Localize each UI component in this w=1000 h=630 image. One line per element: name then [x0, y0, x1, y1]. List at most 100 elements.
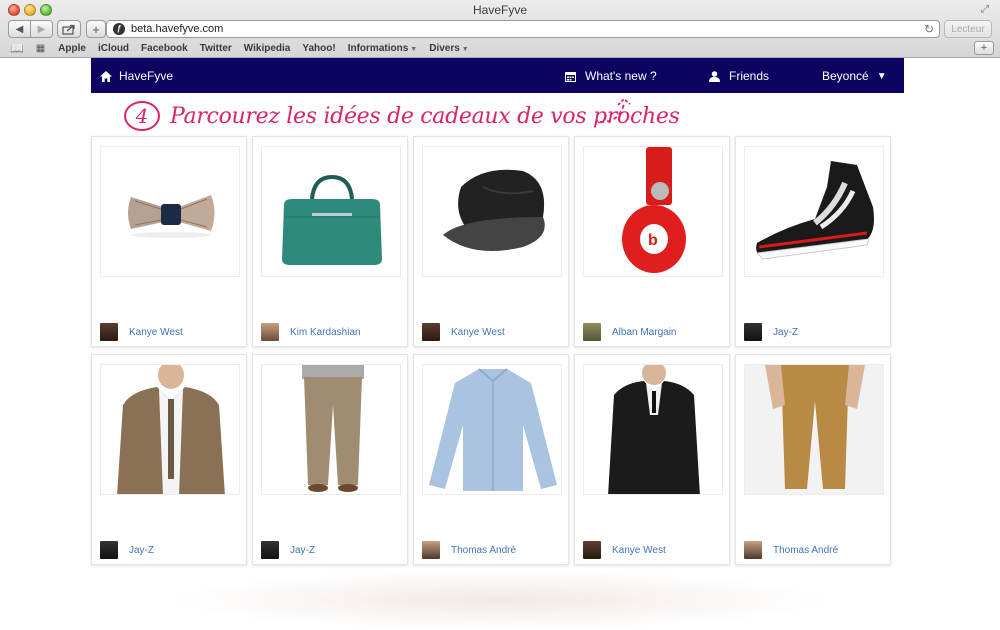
black-cap-image[interactable]: [422, 146, 562, 277]
tan-chinos-image[interactable]: [744, 364, 884, 495]
open-book-icon[interactable]: 📖: [10, 42, 24, 55]
owner-link[interactable]: Thomas André: [744, 541, 838, 559]
window-title: HaveFyve: [472, 3, 528, 17]
new-tab-button[interactable]: +: [86, 20, 106, 38]
gift-card[interactable]: Jay-Z: [735, 136, 891, 347]
nav-user-label: Beyoncé: [822, 69, 869, 83]
avatar: [261, 541, 279, 559]
plus-icon: +: [980, 42, 988, 54]
title-bar: HaveFyve ⤢: [0, 0, 1000, 18]
owner-link[interactable]: Kim Kardashian: [261, 323, 361, 341]
avatar: [422, 323, 440, 341]
forward-arrow-icon: ▶: [37, 23, 46, 35]
owner-link[interactable]: Kanye West: [100, 323, 183, 341]
owner-name: Kanye West: [451, 326, 505, 338]
bookmark-apple[interactable]: Apple: [58, 43, 86, 54]
gift-card[interactable]: Kanye West: [413, 136, 569, 347]
owner-name: Kanye West: [612, 544, 666, 556]
bookmark-folder-informations[interactable]: Informations ▼: [348, 43, 418, 54]
avatar: [100, 541, 118, 559]
reload-icon[interactable]: ↻: [924, 22, 934, 36]
khaki-trousers-image[interactable]: [261, 364, 401, 495]
chevron-down-icon: ▼: [410, 46, 418, 53]
gift-card[interactable]: Kanye West: [91, 136, 247, 347]
sneaker-image[interactable]: [744, 146, 884, 277]
chevron-down-icon: ▼: [461, 46, 469, 53]
red-headphones-image[interactable]: b: [583, 146, 723, 277]
address-bar[interactable]: ƒ beta.havefyve.com ↻: [106, 20, 940, 38]
owner-name: Thomas André: [773, 544, 839, 556]
avatar: [744, 541, 762, 559]
fullscreen-icon[interactable]: ⤢: [981, 4, 992, 15]
bow-tie-image[interactable]: [100, 146, 240, 277]
nav-friends-link[interactable]: Friends: [709, 69, 769, 83]
home-icon: [100, 70, 112, 82]
caret-down-icon: ▼: [876, 70, 887, 82]
owner-link[interactable]: Jay-Z: [744, 323, 798, 341]
owner-link[interactable]: Kanye West: [422, 323, 505, 341]
bookmark-facebook[interactable]: Facebook: [141, 43, 188, 54]
nav-home-link[interactable]: HaveFyve: [100, 69, 173, 83]
gift-card[interactable]: Kim Kardashian: [252, 136, 408, 347]
gift-card[interactable]: Thomas André: [735, 354, 891, 565]
owner-link[interactable]: Thomas André: [422, 541, 516, 559]
owner-name: Thomas André: [451, 544, 517, 556]
favicon-icon: ƒ: [113, 23, 125, 35]
owner-name: Kanye West: [129, 326, 183, 338]
black-coat-image[interactable]: [583, 364, 723, 495]
owner-name: Kim Kardashian: [290, 326, 361, 338]
page-headline: 4 Parcourez les idées de cadeaux de vos …: [124, 98, 680, 134]
owner-link[interactable]: Jay-Z: [100, 541, 154, 559]
reader-button[interactable]: Lecteur: [944, 20, 992, 38]
avatar: [744, 323, 762, 341]
share-button[interactable]: [57, 20, 81, 38]
owner-link[interactable]: Jay-Z: [261, 541, 315, 559]
gift-card[interactable]: Thomas André: [413, 354, 569, 565]
back-button[interactable]: ◀: [8, 20, 31, 38]
bookmark-icloud[interactable]: iCloud: [98, 43, 129, 54]
owner-name: Alban Margain: [612, 326, 677, 338]
green-bag-image[interactable]: [261, 146, 401, 277]
nav-whats-new-link[interactable]: What's new ?: [565, 69, 657, 83]
bookmark-twitter[interactable]: Twitter: [200, 43, 232, 54]
svg-text:b: b: [648, 232, 658, 249]
forward-button[interactable]: ▶: [30, 20, 53, 38]
add-bookmark-button[interactable]: +: [974, 41, 994, 55]
share-icon: [62, 24, 75, 35]
site-navbar: HaveFyve What's new ? Friends Beyoncé ▼: [91, 58, 904, 93]
bookmark-wikipedia[interactable]: Wikipedia: [244, 43, 291, 54]
calendar-icon: [565, 71, 576, 82]
owner-name: Jay-Z: [290, 544, 315, 556]
gift-card[interactable]: Jay-Z: [91, 354, 247, 565]
gift-card[interactable]: Kanye West: [574, 354, 730, 565]
browser-toolbar: ◀ ▶ + ƒ beta.havefyve.com ↻ Lecteur: [0, 19, 1000, 39]
bookmark-folder-label: Informations: [347, 43, 409, 54]
footer-glow: [170, 570, 830, 630]
url-text[interactable]: beta.havefyve.com: [131, 23, 223, 35]
nav-user-menu[interactable]: Beyoncé ▼: [822, 69, 887, 83]
nav-home-label: HaveFyve: [119, 69, 174, 83]
top-sites-grid-icon[interactable]: ▦: [36, 43, 46, 54]
owner-link[interactable]: Kanye West: [583, 541, 666, 559]
avatar: [583, 541, 601, 559]
gift-card[interactable]: b Alban Margain: [574, 136, 730, 347]
denim-shirt-image[interactable]: [422, 364, 562, 495]
avatar: [100, 323, 118, 341]
bookmark-folder-label: Divers: [429, 43, 460, 54]
avatar: [261, 323, 279, 341]
gift-card[interactable]: Jay-Z: [252, 354, 408, 565]
step-number: 4: [124, 101, 160, 131]
user-icon: [709, 70, 720, 82]
nav-friends-label: Friends: [729, 69, 770, 83]
bookmark-yahoo[interactable]: Yahoo!: [302, 43, 335, 54]
avatar: [422, 541, 440, 559]
plus-icon: +: [92, 21, 100, 37]
owner-name: Jay-Z: [129, 544, 154, 556]
brown-suit-image[interactable]: [100, 364, 240, 495]
bookmark-folder-divers[interactable]: Divers ▼: [429, 43, 469, 54]
owner-name: Jay-Z: [773, 326, 798, 338]
browser-chrome: HaveFyve ⤢ ◀ ▶ + ƒ beta.havefyve.com ↻ L…: [0, 0, 1000, 58]
nav-whats-new-label: What's new ?: [585, 69, 657, 83]
bookmarks-bar: 📖 ▦ Apple iCloud Facebook Twitter Wikipe…: [0, 40, 1000, 57]
owner-link[interactable]: Alban Margain: [583, 323, 676, 341]
